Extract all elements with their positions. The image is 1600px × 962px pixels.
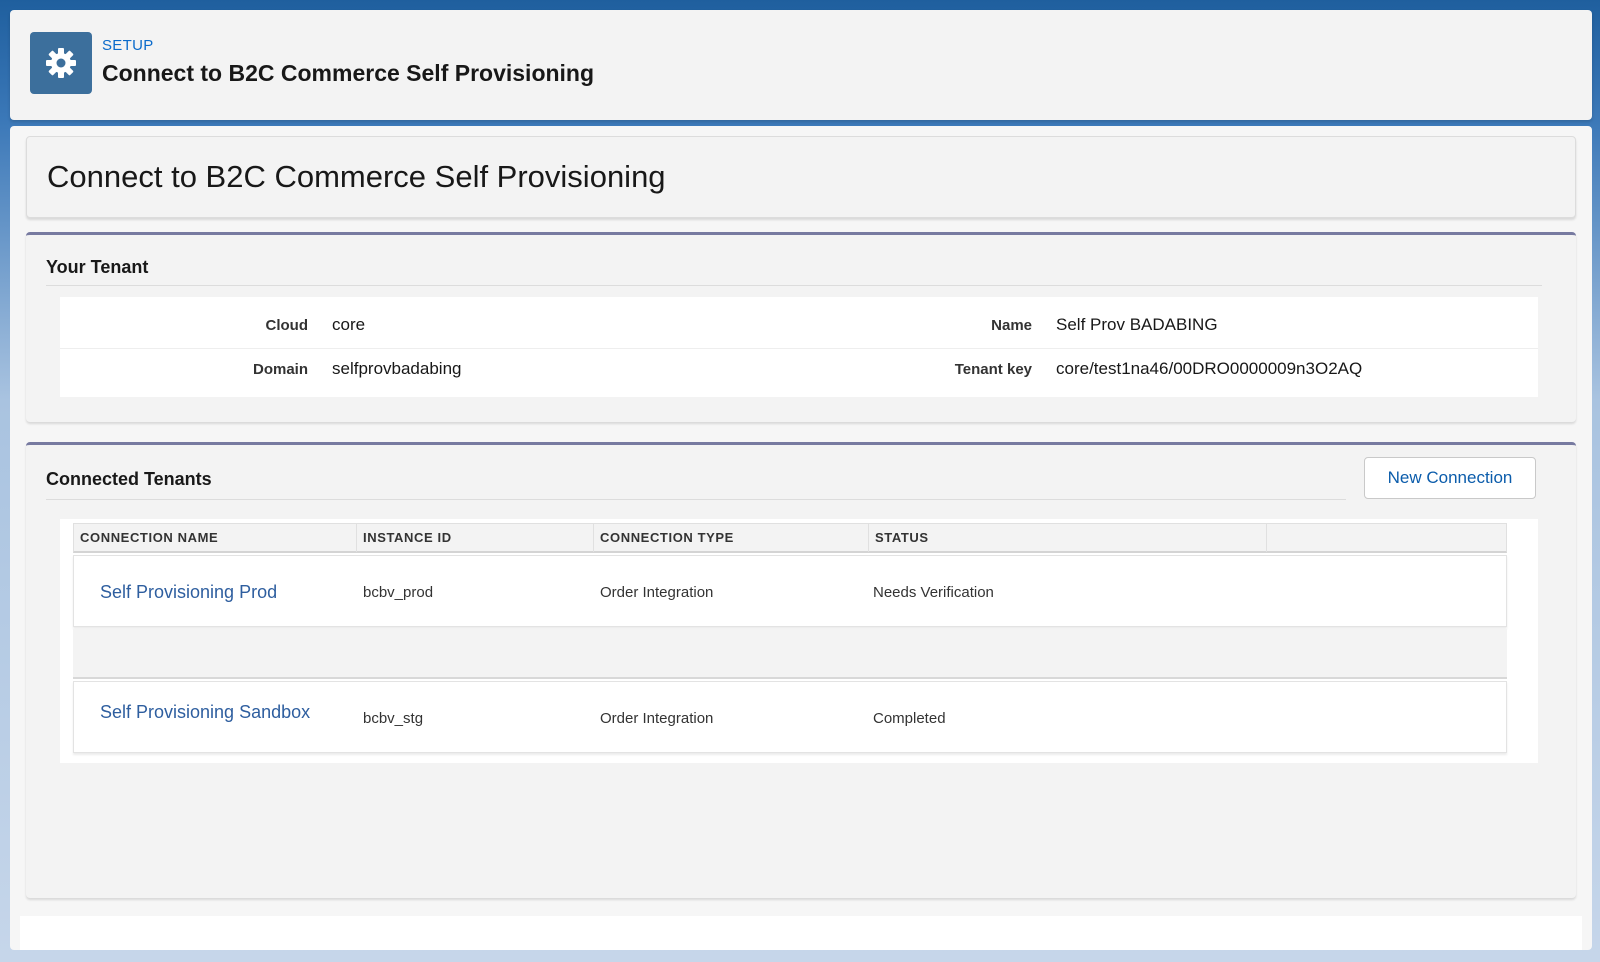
table-header: CONNECTION NAME INSTANCE ID CONNECTION T…	[73, 523, 1507, 553]
main-content: Connect to B2C Commerce Self Provisionin…	[10, 126, 1592, 950]
column-header-instance-id[interactable]: INSTANCE ID	[357, 524, 594, 552]
row-spacer	[73, 629, 1507, 679]
table-row: Self Provisioning Prod bcbv_prod Order I…	[73, 555, 1507, 627]
your-tenant-title: Your Tenant	[46, 257, 149, 277]
connected-tenants-title: Connected Tenants	[46, 469, 212, 489]
column-header-status[interactable]: STATUS	[869, 524, 1267, 552]
setup-breadcrumb[interactable]: SETUP	[102, 37, 154, 54]
column-header-connection-name[interactable]: CONNECTION NAME	[74, 524, 357, 552]
cloud-value: core	[332, 315, 366, 334]
status-cell: Needs Verification	[873, 584, 994, 601]
your-tenant-section: Your Tenant Cloud core Name Self Prov BA…	[26, 232, 1576, 422]
new-connection-button[interactable]: New Connection	[1364, 457, 1536, 499]
divider	[46, 499, 1346, 500]
divider	[46, 285, 1542, 286]
instance-id-cell: bcbv_stg	[363, 710, 424, 727]
connected-tenants-section: Connected Tenants New Connection CONNECT…	[26, 442, 1576, 898]
gear-icon	[30, 32, 92, 94]
column-header-actions	[1267, 524, 1506, 552]
name-value: Self Prov BADABING	[1056, 315, 1218, 334]
domain-label: Domain	[252, 361, 308, 378]
page-header: Connect to B2C Commerce Self Provisionin…	[26, 136, 1576, 218]
column-header-connection-type[interactable]: CONNECTION TYPE	[594, 524, 869, 552]
header-title: Connect to B2C Commerce Self Provisionin…	[102, 60, 595, 86]
instance-id-cell: bcbv_prod	[363, 584, 434, 601]
table-row: Self Provisioning Sandbox bcbv_stg Order…	[73, 681, 1507, 753]
connection-type-cell: Order Integration	[600, 710, 714, 727]
connections-table: CONNECTION NAME INSTANCE ID CONNECTION T…	[60, 519, 1538, 763]
domain-value: selfprovbadabing	[332, 359, 462, 378]
detail-row: Domain selfprovbadabing Tenant key core/…	[60, 349, 1538, 397]
cloud-label: Cloud	[265, 317, 309, 334]
detail-row: Cloud core Name Self Prov BADABING	[60, 301, 1538, 349]
connection-type-cell: Order Integration	[600, 584, 714, 601]
connection-name-link[interactable]: Self Provisioning Prod	[100, 582, 277, 603]
tenant-key-value: core/test1na46/00DRO0000009n3O2AQ	[1056, 359, 1363, 378]
page-title: Connect to B2C Commerce Self Provisionin…	[47, 159, 666, 194]
status-cell: Completed	[873, 710, 946, 727]
name-label: Name	[991, 317, 1032, 334]
connection-name-link[interactable]: Self Provisioning Sandbox	[100, 702, 310, 723]
footer-strip	[20, 916, 1582, 950]
tenant-details: Cloud core Name Self Prov BADABING Domai…	[60, 297, 1538, 397]
tenant-key-label: Tenant key	[954, 361, 1032, 378]
setup-header: SETUP Connect to B2C Commerce Self Provi…	[10, 10, 1592, 120]
